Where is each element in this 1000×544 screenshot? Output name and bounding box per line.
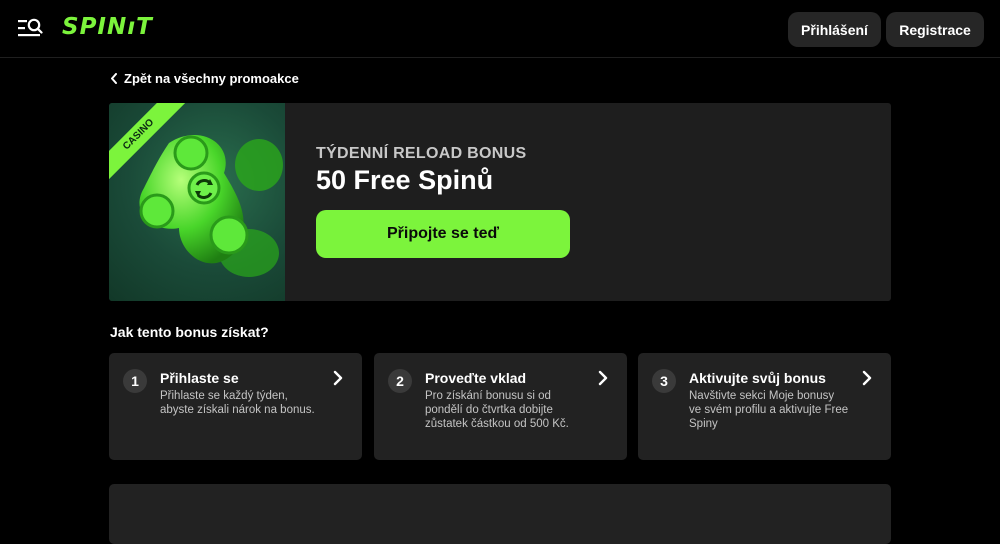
spinit-logo[interactable]: SPINıT bbox=[62, 14, 153, 40]
fidget-spinner-image: CASINO bbox=[109, 103, 285, 301]
back-link-label: Zpět na všechny promoakce bbox=[124, 71, 299, 86]
menu-search-icon[interactable] bbox=[17, 17, 43, 39]
how-to-title: Jak tento bonus získat? bbox=[110, 324, 269, 340]
step-card-2[interactable]: 2 Proveďte vklad Pro získání bonusu si o… bbox=[374, 353, 627, 460]
step-title: Proveďte vklad bbox=[425, 370, 527, 386]
chevron-right-icon bbox=[862, 370, 872, 386]
step-number: 2 bbox=[388, 369, 412, 393]
step-number: 3 bbox=[652, 369, 676, 393]
promo-hero-card: CASINO TÝDENNÍ RELOAD BONUS 50 Free Spin… bbox=[109, 103, 891, 301]
step-description: Přihlaste se každý týden, abyste získali… bbox=[160, 390, 315, 416]
chevron-left-icon bbox=[111, 73, 117, 84]
chevron-right-icon bbox=[333, 370, 343, 386]
promo-subtitle: TÝDENNÍ RELOAD BONUS bbox=[316, 145, 527, 162]
back-to-promotions-link[interactable]: Zpět na všechny promoakce bbox=[110, 71, 299, 86]
step-card-1[interactable]: 1 Přihlaste se Přihlaste se každý týden,… bbox=[109, 353, 362, 460]
terms-panel bbox=[109, 484, 891, 544]
step-description: Navštivte sekci Moje bonusy ve svém prof… bbox=[689, 390, 849, 430]
promo-title: 50 Free Spinů bbox=[316, 165, 494, 195]
step-card-3[interactable]: 3 Aktivujte svůj bonus Navštivte sekci M… bbox=[638, 353, 891, 460]
login-button[interactable]: Přihlášení bbox=[788, 12, 881, 47]
top-bar: SPINıT Přihlášení Registrace bbox=[0, 0, 1000, 58]
join-now-button[interactable]: Připojte se teď bbox=[316, 210, 570, 258]
chevron-right-icon bbox=[598, 370, 608, 386]
step-number: 1 bbox=[123, 369, 147, 393]
step-title: Přihlaste se bbox=[160, 370, 239, 386]
register-button[interactable]: Registrace bbox=[886, 12, 984, 47]
step-description: Pro získání bonusu si od pondělí do čtvr… bbox=[425, 390, 569, 430]
step-title: Aktivujte svůj bonus bbox=[689, 370, 826, 386]
